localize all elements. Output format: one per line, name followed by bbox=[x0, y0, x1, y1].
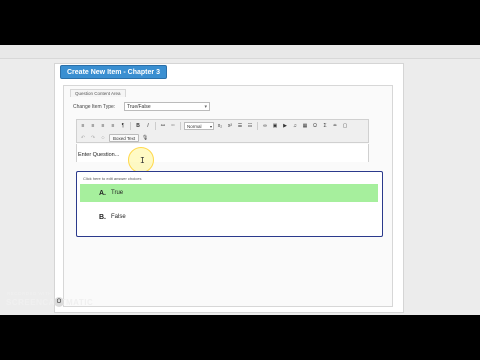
superscript-icon[interactable]: x² bbox=[226, 122, 234, 130]
link-icon[interactable]: ⚯ bbox=[159, 122, 167, 130]
item-type-row: Change Item Type: True/False ▾ bbox=[73, 102, 213, 112]
chain-link-icon[interactable]: ∞ bbox=[261, 122, 269, 130]
question-content-tab[interactable]: Question Content Area bbox=[70, 89, 126, 97]
format-select-value: Normal bbox=[187, 124, 202, 129]
watermark-brand-tail: MATIC bbox=[66, 298, 94, 307]
answer-letter: B. bbox=[99, 213, 106, 221]
subscript-icon[interactable]: x₂ bbox=[216, 122, 224, 130]
table-icon[interactable]: ▦ bbox=[301, 122, 309, 130]
item-type-select[interactable]: True/False ▾ bbox=[124, 102, 210, 111]
question-editor[interactable]: Enter Question... bbox=[76, 144, 369, 162]
undo-icon[interactable]: ↶ bbox=[79, 134, 87, 142]
pilcrow-icon[interactable]: ¶ bbox=[119, 122, 127, 130]
answer-choice-true[interactable]: A. True bbox=[80, 184, 378, 202]
item-type-label: Change Item Type: bbox=[73, 104, 116, 110]
toolbar-divider bbox=[257, 122, 258, 130]
toolbar-divider bbox=[155, 122, 156, 130]
answer-choice-false[interactable]: B. False bbox=[80, 208, 378, 226]
format-select[interactable]: Normal ▾ bbox=[184, 122, 214, 130]
toolbar-row-1: ≡ ≡ ≡ ≡ ¶ B I ⚯ ⚮ Normal ▾ x₂ x² ☰ ☷ ∞ ▣… bbox=[79, 121, 349, 131]
item-type-value: True/False bbox=[127, 104, 151, 110]
unlink-icon[interactable]: ⚮ bbox=[169, 122, 177, 130]
special-char-icon[interactable]: Ω bbox=[311, 122, 319, 130]
watermark-logo-icon: O bbox=[54, 297, 64, 307]
box-icon[interactable]: ▢ bbox=[341, 122, 349, 130]
answer-label: True bbox=[111, 190, 124, 196]
screencast-watermark: RECORDED WITH SCREENCAST O MATIC bbox=[6, 291, 96, 313]
video-frame: Create New Item - Chapter 3 Question Con… bbox=[0, 0, 480, 360]
numbered-list-icon[interactable]: ☷ bbox=[246, 122, 254, 130]
microphone-icon[interactable]: 🎙 bbox=[141, 134, 149, 142]
sigma-icon[interactable]: Σ bbox=[321, 122, 329, 130]
editor-toolbar: ≡ ≡ ≡ ≡ ¶ B I ⚯ ⚮ Normal ▾ x₂ x² ☰ ☷ ∞ ▣… bbox=[76, 119, 369, 143]
align-justify-icon[interactable]: ≡ bbox=[109, 122, 117, 130]
answer-choices-box[interactable]: Click here to edit answer choices A. Tru… bbox=[76, 171, 383, 237]
align-left-icon[interactable]: ≡ bbox=[79, 122, 87, 130]
clear-format-icon[interactable]: ◌ bbox=[99, 134, 107, 142]
list-icon[interactable]: ☰ bbox=[236, 122, 244, 130]
video-icon[interactable]: ▶ bbox=[281, 122, 289, 130]
italic-icon[interactable]: I bbox=[144, 122, 152, 130]
letterbox-top bbox=[0, 0, 480, 45]
boxed-text-button[interactable]: Boxed Text bbox=[109, 134, 140, 142]
chevron-down-icon: ▾ bbox=[204, 104, 207, 110]
image-icon[interactable]: ▣ bbox=[271, 122, 279, 130]
window-title-tab[interactable]: Create New Item - Chapter 3 bbox=[60, 65, 167, 79]
toolbar-divider bbox=[130, 122, 131, 130]
watermark-caption: RECORDED WITH bbox=[7, 291, 52, 296]
answers-hint: Click here to edit answer choices bbox=[83, 176, 142, 181]
answer-letter: A. bbox=[99, 189, 106, 197]
toolbar-divider bbox=[180, 122, 181, 130]
toolbar-row-2: ↶ ↷ ◌ Boxed Text 🎙 bbox=[79, 133, 149, 143]
bold-icon[interactable]: B bbox=[134, 122, 142, 130]
chevron-down-icon: ▾ bbox=[209, 124, 212, 129]
align-center-icon[interactable]: ≡ bbox=[89, 122, 97, 130]
question-placeholder: Enter Question... bbox=[78, 152, 120, 158]
audio-icon[interactable]: ♫ bbox=[291, 122, 299, 130]
answer-label: False bbox=[111, 214, 126, 220]
letterbox-bottom bbox=[0, 315, 480, 360]
align-right-icon[interactable]: ≡ bbox=[99, 122, 107, 130]
redo-icon[interactable]: ↷ bbox=[89, 134, 97, 142]
text-cursor-icon: I bbox=[140, 156, 145, 165]
equation-icon[interactable]: ≐ bbox=[331, 122, 339, 130]
header-strip bbox=[0, 45, 480, 59]
